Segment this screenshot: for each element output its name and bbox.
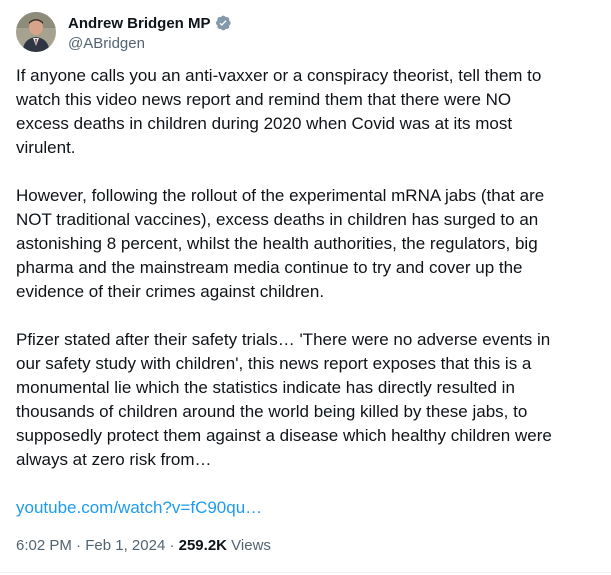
text-line: pharma and the mainstream media continue…	[16, 258, 523, 277]
paragraph-2: However, following the rollout of the ex…	[16, 184, 596, 304]
text-line: excess deaths in children during 2020 wh…	[16, 114, 513, 133]
tweet-date[interactable]: Feb 1, 2024	[85, 537, 165, 554]
text-line: astonishing 8 percent, whilst the health…	[16, 234, 538, 253]
text-line: supposedly protect them against a diseas…	[16, 426, 552, 445]
text-line: our safety study with children', this ne…	[16, 354, 532, 373]
tweet: Andrew Bridgen MP @ABridgen If anyone ca…	[0, 0, 611, 575]
text-line: evidence of their crimes against childre…	[16, 282, 325, 301]
verified-badge-icon	[214, 14, 232, 32]
meta-separator: ·	[169, 537, 175, 554]
views-count[interactable]: 259.2K	[179, 537, 227, 554]
text-line: NOT traditional vaccines), excess deaths…	[16, 210, 539, 229]
text-line: However, following the rollout of the ex…	[16, 186, 545, 205]
tweet-header: Andrew Bridgen MP @ABridgen	[68, 13, 232, 52]
avatar[interactable]	[16, 12, 56, 52]
text-line: thousands of children around the world b…	[16, 402, 528, 421]
text-line: always at zero risk from…	[16, 450, 212, 469]
text-line: monumental lie which the statistics indi…	[16, 378, 515, 397]
name-row: Andrew Bridgen MP	[68, 13, 232, 33]
text-line: If anyone calls you an anti-vaxxer or a …	[16, 66, 542, 85]
text-line: Pfizer stated after their safety trials……	[16, 330, 551, 349]
author-name[interactable]: Andrew Bridgen MP	[68, 15, 211, 32]
meta-separator: ·	[76, 537, 82, 554]
paragraph-1: If anyone calls you an anti-vaxxer or a …	[16, 64, 596, 160]
text-line: watch this video news report and remind …	[16, 90, 512, 109]
author-handle[interactable]: @ABridgen	[68, 35, 232, 52]
youtube-link[interactable]: youtube.com/watch?v=fC90qu…	[16, 496, 596, 520]
tweet-text: If anyone calls you an anti-vaxxer or a …	[16, 64, 596, 520]
tweet-meta: 6:02 PM · Feb 1, 2024 · 259.2K Views	[16, 537, 271, 554]
tweet-time[interactable]: 6:02 PM	[16, 537, 72, 554]
divider	[0, 572, 611, 573]
paragraph-3: Pfizer stated after their safety trials……	[16, 328, 596, 472]
views-label: Views	[231, 537, 271, 554]
text-line: virulent.	[16, 138, 76, 157]
